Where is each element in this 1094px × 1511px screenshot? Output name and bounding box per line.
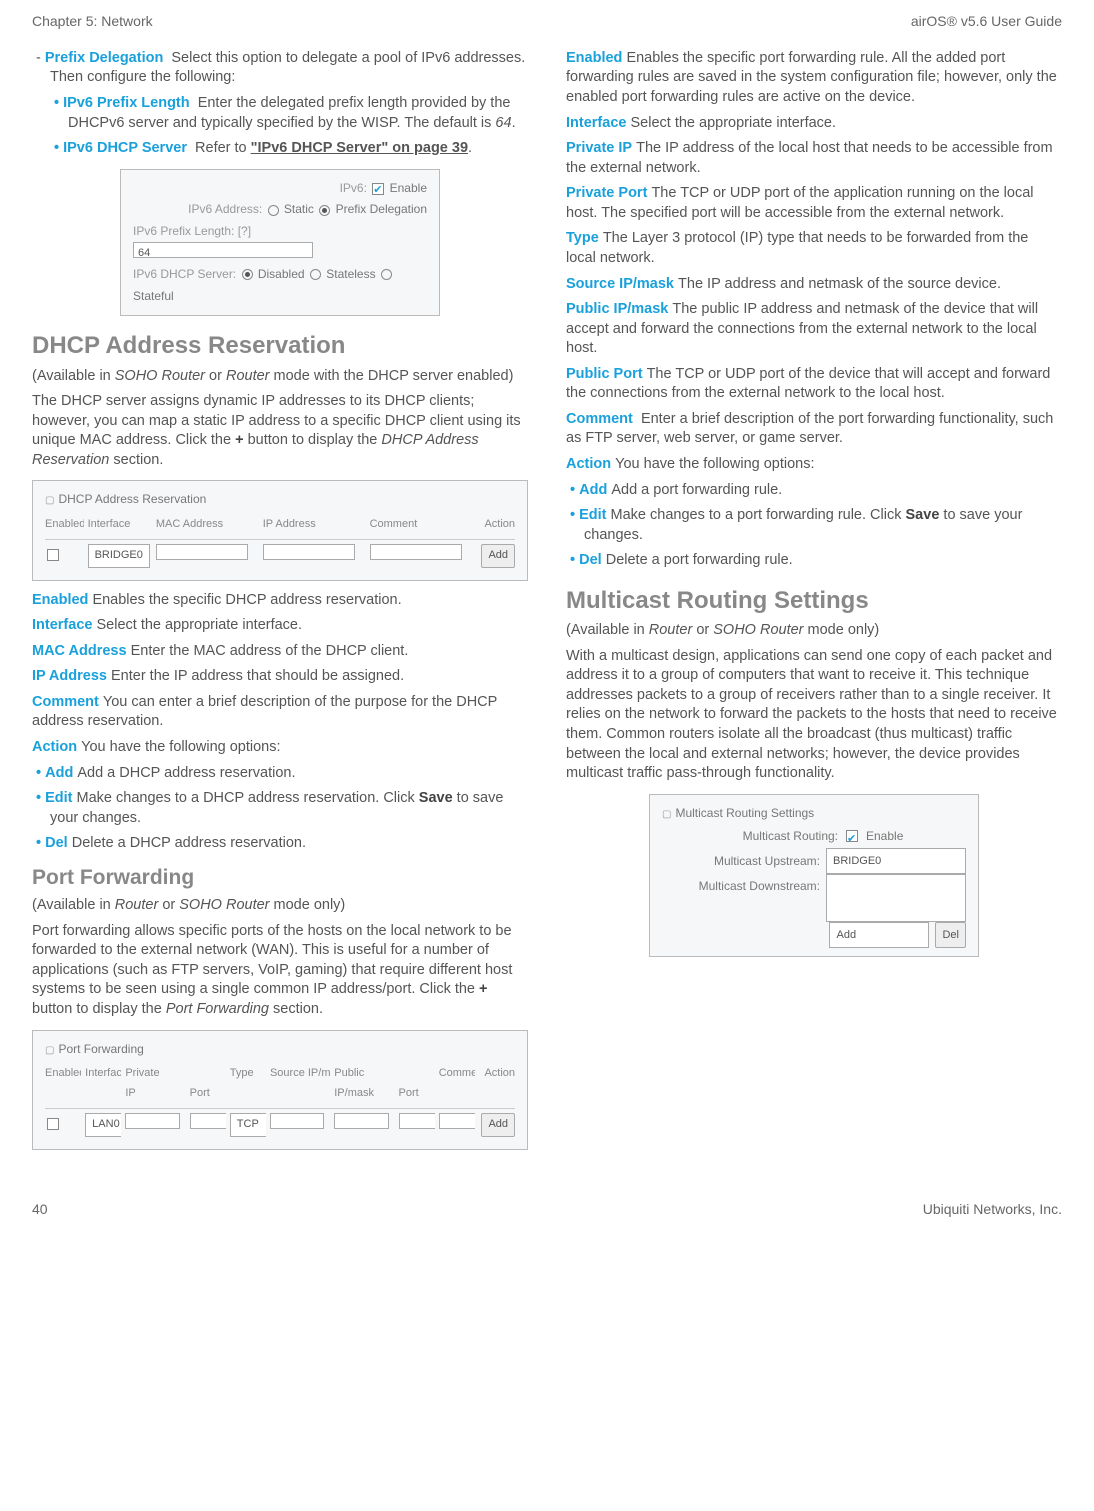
term-edit: Edit [45, 790, 72, 806]
left-column: Prefix Delegation Select this option to … [32, 45, 528, 1160]
dhcp-stateful-radio[interactable] [381, 269, 392, 280]
heading-dhcp-reservation: DHCP Address Reservation [32, 330, 528, 362]
heading-port-forwarding: Port Forwarding [32, 864, 528, 892]
default-64: 64 [495, 115, 511, 131]
add-button[interactable]: Add [481, 544, 515, 568]
term-ipv6-prefix-length: IPv6 Prefix Length [63, 95, 190, 111]
port-forwarding-table: Port Forwarding Enabled Interface Privat… [32, 1030, 528, 1150]
term-action: Action [32, 739, 77, 755]
term-enabled: Enabled [32, 592, 88, 608]
page-footer: 40 Ubiquiti Networks, Inc. [32, 1200, 1062, 1219]
upstream-select[interactable]: BRIDGE0 [826, 848, 966, 874]
term-source-ipmask: Source IP/mask [566, 276, 674, 292]
multicast-routing-panel: Multicast Routing Settings Multicast Rou… [649, 794, 979, 958]
right-column: Enabled Enables the specific port forwar… [566, 45, 1062, 1160]
term-interface: Interface [566, 115, 626, 131]
source-ipmask-input[interactable] [270, 1113, 324, 1129]
ipv6-settings-panel: IPv6: Enable IPv6 Address: Static Prefix… [120, 169, 440, 317]
interface-select[interactable]: BRIDGE0 [88, 544, 150, 568]
page-number: 40 [32, 1200, 48, 1219]
term-del: Del [45, 835, 68, 851]
ipv6-prefixdel-radio[interactable] [319, 205, 330, 216]
interface-select[interactable]: LAN0 [85, 1113, 121, 1137]
ipv6-prefix-length-item: IPv6 Prefix Length Enter the delegated p… [68, 94, 528, 133]
mr-enable-checkbox[interactable] [846, 830, 858, 842]
link-ipv6-dhcp-server[interactable]: "IPv6 DHCP Server" on page 39 [251, 140, 468, 156]
term-comment: Comment [566, 411, 633, 427]
table-row: BRIDGE0 Add [45, 540, 515, 572]
row-enable-checkbox[interactable] [47, 1118, 59, 1130]
term-type: Type [566, 230, 599, 246]
add-select[interactable]: Add [829, 922, 929, 948]
dhcp-availability: (Available in SOHO Router or Router mode… [32, 367, 528, 387]
comment-input[interactable] [439, 1113, 475, 1129]
term-prefix-delegation: Prefix Delegation [45, 50, 163, 66]
term-public-port: Public Port [566, 366, 643, 382]
term-private-ip: Private IP [566, 140, 632, 156]
private-ip-input[interactable] [125, 1113, 179, 1129]
mr-availability: (Available in Router or SOHO Router mode… [566, 621, 1062, 641]
comment-input[interactable] [370, 544, 463, 560]
term-action: Action [566, 456, 611, 472]
term-del: Del [579, 552, 602, 568]
mr-desc: With a multicast design, applications ca… [566, 647, 1062, 784]
pf-desc: Port forwarding allows specific ports of… [32, 922, 528, 1020]
mr-panel-title[interactable]: Multicast Routing Settings [662, 803, 966, 825]
term-mac-address: MAC Address [32, 643, 127, 659]
prefix-delegation-item: Prefix Delegation Select this option to … [50, 49, 528, 88]
heading-multicast-routing: Multicast Routing Settings [566, 585, 1062, 617]
term-private-port: Private Port [566, 185, 647, 201]
term-public-ipmask: Public IP/mask [566, 301, 668, 317]
ip-input[interactable] [263, 544, 356, 560]
term-interface: Interface [32, 617, 92, 633]
term-edit: Edit [579, 507, 606, 523]
type-select[interactable]: TCP [230, 1113, 266, 1137]
pf-availability: (Available in Router or SOHO Router mode… [32, 896, 528, 916]
downstream-list[interactable] [826, 874, 966, 922]
add-button[interactable]: Add [481, 1113, 515, 1137]
ipv6-static-radio[interactable] [268, 205, 279, 216]
term-ip-address: IP Address [32, 668, 107, 684]
term-add: Add [45, 765, 73, 781]
term-ipv6-dhcp-server: IPv6 DHCP Server [63, 140, 187, 156]
public-ipmask-input[interactable] [334, 1113, 388, 1129]
public-port-input[interactable] [399, 1113, 435, 1129]
ipv6-dhcp-server-item: IPv6 DHCP Server Refer to "IPv6 DHCP Ser… [68, 139, 528, 159]
mac-input[interactable] [156, 544, 249, 560]
ipv6-enable-checkbox[interactable] [372, 183, 384, 195]
company-name: Ubiquiti Networks, Inc. [923, 1200, 1062, 1219]
private-port-input[interactable] [190, 1113, 226, 1129]
dhcp-disabled-radio[interactable] [242, 269, 253, 280]
ipv6-prefix-length-input[interactable]: 64 [133, 242, 313, 258]
row-enable-checkbox[interactable] [47, 549, 59, 561]
term-comment: Comment [32, 694, 99, 710]
dhcp-stateless-radio[interactable] [310, 269, 321, 280]
chapter-title: Chapter 5: Network [32, 12, 153, 31]
dhcp-reservation-table: DHCP Address Reservation Enabled Interfa… [32, 480, 528, 580]
table-row: LAN0 TCP Add [45, 1109, 515, 1141]
pf-table-title[interactable]: Port Forwarding [45, 1039, 515, 1061]
term-add: Add [579, 482, 607, 498]
dhcp-desc: The DHCP server assigns dynamic IP addre… [32, 392, 528, 470]
dhcp-table-title[interactable]: DHCP Address Reservation [45, 489, 515, 511]
page-header: Chapter 5: Network airOS® v5.6 User Guid… [32, 12, 1062, 31]
content-columns: Prefix Delegation Select this option to … [32, 45, 1062, 1160]
doc-title: airOS® v5.6 User Guide [911, 12, 1062, 31]
term-enabled: Enabled [566, 50, 622, 66]
del-button[interactable]: Del [935, 922, 966, 948]
